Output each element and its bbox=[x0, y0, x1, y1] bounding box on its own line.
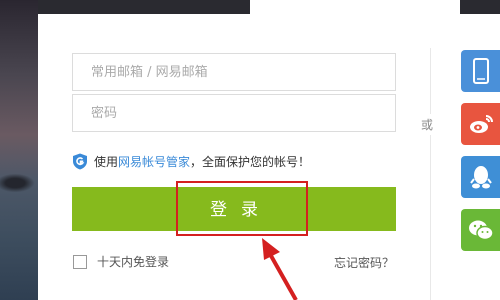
vertical-divider bbox=[430, 48, 431, 300]
email-field-wrapper bbox=[72, 53, 396, 91]
annotation-arrow bbox=[262, 238, 298, 300]
remember-label: 十天内免登录 bbox=[97, 255, 170, 269]
or-label: 或 bbox=[421, 114, 434, 135]
background-top-strip bbox=[38, 0, 250, 14]
weibo-icon bbox=[469, 115, 493, 133]
guard-text-suffix: ，全面保护您的帐号！ bbox=[190, 154, 311, 169]
background-top-white bbox=[250, 0, 460, 14]
password-field-wrapper bbox=[72, 94, 396, 132]
wechat-login-button[interactable] bbox=[461, 209, 500, 251]
guard-text-prefix: 使用 bbox=[94, 154, 119, 169]
qq-login-button[interactable] bbox=[461, 156, 500, 198]
background-shore bbox=[0, 172, 38, 194]
qq-icon bbox=[469, 166, 492, 189]
mobile-login-button[interactable] bbox=[461, 50, 500, 92]
background-scenery bbox=[0, 0, 38, 300]
login-button[interactable]: 登录 bbox=[72, 187, 396, 231]
weibo-login-button[interactable] bbox=[461, 103, 500, 145]
password-field[interactable] bbox=[73, 95, 395, 131]
forgot-password-link[interactable]: 忘记密码？ bbox=[334, 254, 394, 271]
account-manager-link[interactable]: 网易帐号管家 bbox=[118, 153, 190, 170]
email-field[interactable] bbox=[73, 54, 395, 90]
remember-me[interactable]: 十天内免登录 bbox=[73, 253, 169, 270]
remember-checkbox[interactable] bbox=[73, 254, 87, 269]
account-guard-notice: 使用 网易帐号管家 ，全面保护您的帐号！ bbox=[72, 152, 310, 170]
mobile-phone-icon bbox=[472, 58, 489, 84]
wechat-icon bbox=[468, 220, 494, 241]
shield-icon bbox=[73, 153, 87, 169]
background-top-right bbox=[460, 0, 500, 14]
login-button-label: 登录 bbox=[210, 200, 272, 219]
